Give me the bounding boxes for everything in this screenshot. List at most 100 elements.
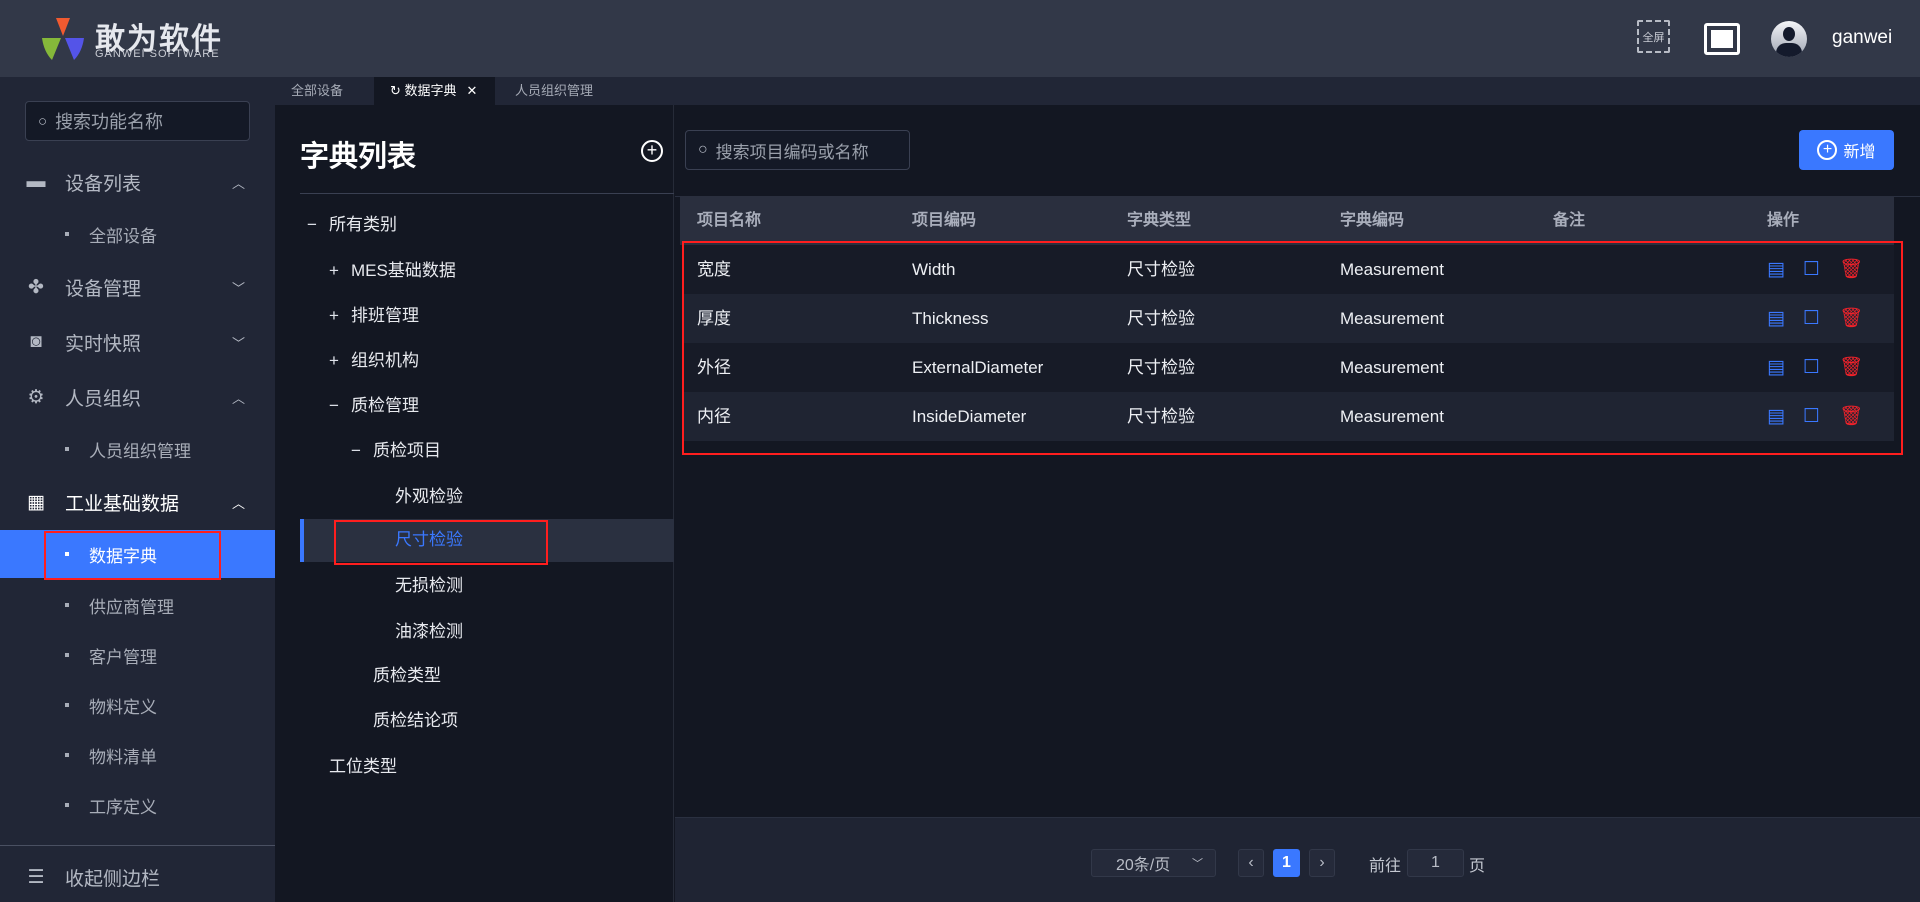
table-cell: 尺寸检验 [1127,260,1195,279]
menu-label: 工业基础数据 [65,493,180,515]
view-icon[interactable]: ▤ [1767,294,1785,343]
table-cell: 尺寸检验 [1127,309,1195,328]
page-number: 1 [1282,854,1291,871]
tree-node[interactable]: 无损检测 [373,564,463,608]
sub-process-definition[interactable]: 工序定义 [0,781,275,829]
column-header: 字典编码 [1340,212,1405,229]
tree-node[interactable]: 质检类型 [351,654,441,698]
next-page-button[interactable]: › [1309,849,1335,877]
sub-data-dictionary[interactable]: 数据字典 [0,530,275,578]
menu-label: 实时快照 [65,333,142,355]
collapse-icon[interactable]: − [307,203,329,247]
tree-node[interactable]: + MES基础数据 [329,249,456,293]
tree-node[interactable]: − 质检项目 [351,429,441,473]
expand-icon[interactable]: + [329,294,351,338]
tree-node[interactable]: − 所有类别 [307,203,397,247]
chevron-down-icon: ﹀ [1192,858,1203,870]
sub-label: 供应商管理 [89,597,174,617]
edit-icon[interactable]: ☐ [1803,245,1820,294]
collapse-icon[interactable]: − [351,429,373,473]
goto-page-input[interactable]: 1 [1407,849,1464,877]
tree-node-label: 外观检验 [395,487,463,506]
fullscreen-text-button[interactable]: 全屏 [1637,20,1670,53]
grid-clover-icon: ✤ [28,276,44,298]
table-cell: Width [912,260,956,279]
tree-node-label: 质检类型 [373,666,441,685]
table-cell: 宽度 [697,260,731,279]
plus-circle-icon: + [1817,140,1838,160]
page-size-select[interactable]: 20条/页 ﹀ [1091,849,1216,877]
menu-device-list[interactable]: ▬ 设备列表 ︿ [0,158,275,206]
delete-icon[interactable]: 🗑 [1839,245,1863,294]
sub-all-devices[interactable]: 全部设备 [0,210,275,258]
avatar[interactable] [1771,21,1807,57]
edit-icon[interactable]: ☐ [1803,392,1820,441]
camera-icon: ◙ [30,331,42,352]
tab-personnel-management[interactable]: 人员组织管理 [499,77,609,105]
menu-snapshot[interactable]: ◙ 实时快照 ﹀ [0,318,275,366]
tab-label: 数据字典 [404,83,457,98]
sub-material-definition[interactable]: 物料定义 [0,681,275,729]
menu-device-management[interactable]: ✤ 设备管理 ﹀ [0,263,275,311]
tree-node[interactable]: + 排班管理 [329,294,419,338]
view-icon[interactable]: ▤ [1767,343,1785,392]
close-icon[interactable]: ✕ [467,83,478,98]
sub-label: 数据字典 [89,546,157,566]
selected-node-highlight [300,519,674,562]
tree-node-label: 尺寸检验 [395,530,463,549]
tree-node[interactable]: 工位类型 [307,745,397,789]
edit-icon[interactable]: ☐ [1803,343,1820,392]
tree-node[interactable]: + 组织机构 [329,339,419,383]
sub-personnel-management[interactable]: 人员组织管理 [0,425,275,473]
collapse-label: 收起侧边栏 [65,868,161,890]
menu-industrial-data[interactable]: ▦ 工业基础数据 ︿ [0,478,275,526]
add-category-icon[interactable]: + [641,140,663,162]
collapse-sidebar-button[interactable]: ☰ 收起侧边栏 [0,853,275,901]
add-button[interactable]: + 新增 [1799,130,1894,170]
expand-icon[interactable]: + [329,339,351,383]
tree-node[interactable]: − 质检管理 [329,384,419,428]
sub-customer[interactable]: 客户管理 [0,631,275,679]
table-header [680,196,1894,245]
sub-label: 物料定义 [89,697,157,717]
delete-icon[interactable]: 🗑 [1839,294,1863,343]
tree-node[interactable]: 质检结论项 [351,699,458,743]
tree-node[interactable]: 尺寸检验 [373,518,463,562]
refresh-icon[interactable]: ↻ [390,83,405,98]
tree-node-label: 工位类型 [329,757,397,776]
expand-icon[interactable]: + [329,249,351,293]
view-icon[interactable]: ▤ [1767,245,1785,294]
add-label: 新增 [1843,144,1876,161]
logo-icon [42,18,84,60]
collapse-icon[interactable]: − [329,384,351,428]
sub-bom[interactable]: 物料清单 [0,731,275,779]
sub-supplier[interactable]: 供应商管理 [0,581,275,629]
table-cell: Thickness [912,309,989,328]
delete-icon[interactable]: 🗑 [1839,343,1863,392]
menu-personnel[interactable]: ⚙ 人员组织 ︿ [0,373,275,421]
tab-label: 人员组织管理 [515,83,594,98]
tab-all-devices[interactable]: 全部设备 [275,77,359,105]
item-search-input[interactable]: ○ 搜索项目编码或名称 [685,130,910,170]
tab-label: 全部设备 [291,83,344,98]
collapse-icon: ☰ [27,866,45,888]
edit-icon[interactable]: ☐ [1803,294,1820,343]
tab-bar: 全部设备 ↻ 数据字典 ✕ 人员组织管理 [275,77,1920,105]
sidebar-search-input[interactable]: ○ 搜索功能名称 [25,101,250,141]
table-cell: 外径 [697,358,731,377]
view-icon[interactable]: ▤ [1767,392,1785,441]
tree-node[interactable]: 油漆检测 [373,610,463,654]
tree-node[interactable]: 外观检验 [373,475,463,519]
tab-data-dictionary[interactable]: ↻ 数据字典 ✕ [374,77,495,105]
chevron-up-icon: ︿ [231,495,245,511]
table-cell: Measurement [1340,309,1444,328]
menu-label: 设备管理 [65,278,142,300]
fullscreen-icon[interactable] [1704,23,1740,55]
delete-icon[interactable]: 🗑 [1839,392,1863,441]
column-header: 备注 [1553,212,1586,229]
divider [300,193,674,194]
main-panel: ○ 搜索项目编码或名称 + 新增 [675,105,1920,902]
page-1-button[interactable]: 1 [1273,849,1300,877]
prev-page-button[interactable]: ‹ [1238,849,1264,877]
username[interactable]: ganwei [1832,27,1892,49]
